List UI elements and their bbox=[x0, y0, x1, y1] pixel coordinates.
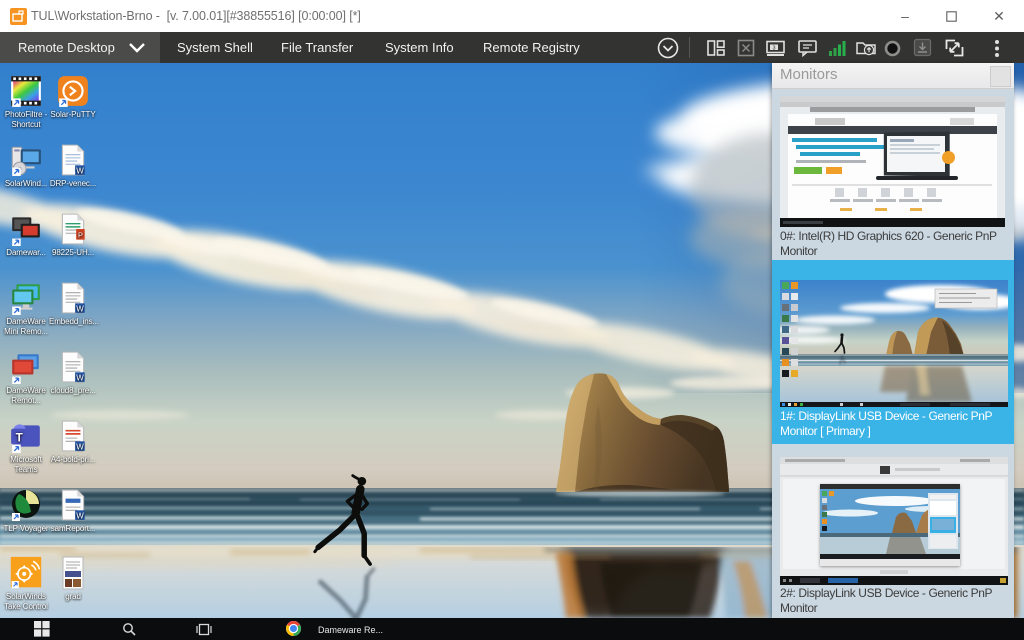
svg-text:W: W bbox=[76, 166, 84, 175]
svg-text:W: W bbox=[76, 304, 84, 313]
svg-text:T: T bbox=[16, 431, 23, 444]
svg-text:W: W bbox=[76, 442, 84, 451]
svg-text:P: P bbox=[78, 231, 83, 240]
svg-text:W: W bbox=[76, 373, 84, 382]
svg-text:W: W bbox=[76, 511, 84, 520]
svg-text:3: 3 bbox=[772, 45, 775, 51]
